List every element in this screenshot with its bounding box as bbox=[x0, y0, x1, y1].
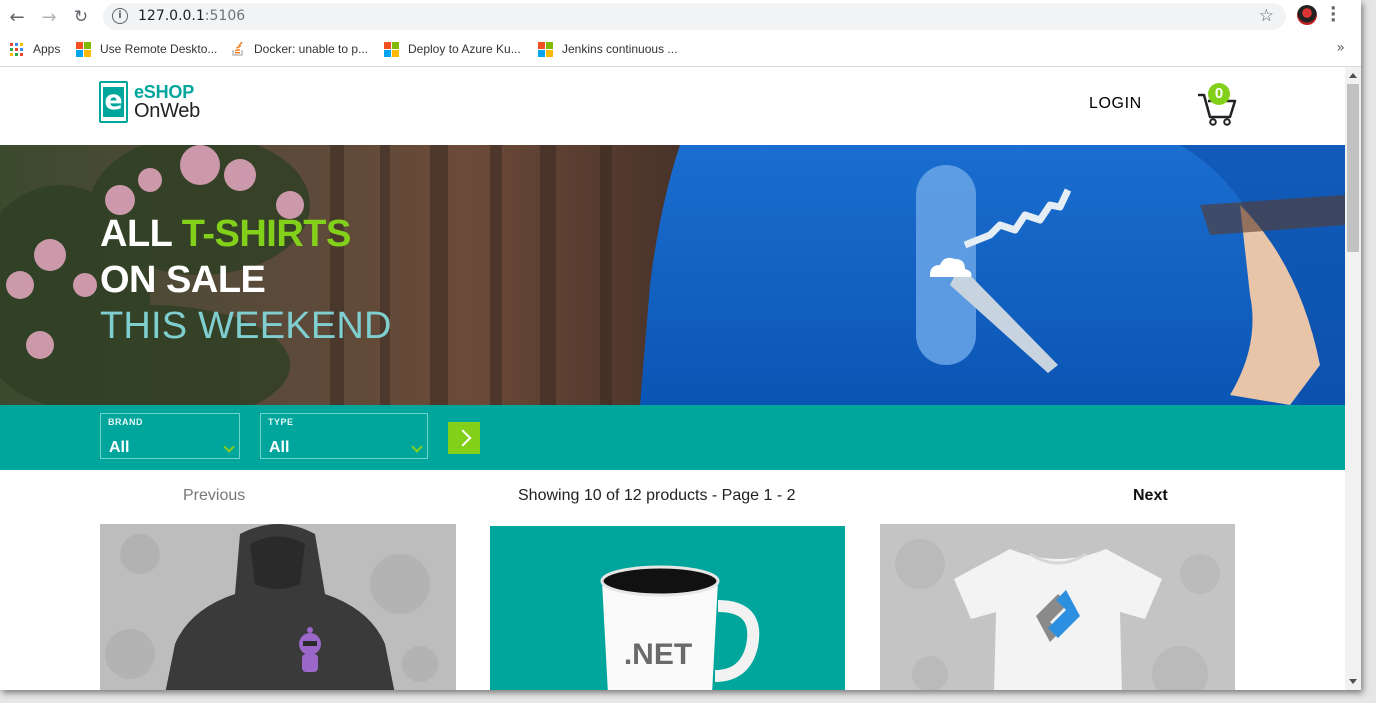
type-filter-label: TYPE bbox=[268, 417, 294, 427]
brand-filter-label: BRAND bbox=[108, 417, 143, 427]
bookmark-deploy-azure[interactable]: Deploy to Azure Ku... bbox=[384, 40, 521, 58]
cart-button[interactable]: 0 bbox=[1196, 83, 1242, 127]
brand-filter-select[interactable]: BRAND All bbox=[100, 413, 240, 459]
banner-line2: ON SALE bbox=[100, 259, 266, 301]
banner-line3: THIS WEEKEND bbox=[100, 305, 392, 347]
bookmark-docker[interactable]: Docker: unable to p... bbox=[231, 40, 368, 58]
pagination: Previous Showing 10 of 12 products - Pag… bbox=[0, 470, 1345, 520]
bookmark-star-icon[interactable]: ☆ bbox=[1259, 6, 1274, 26]
logo-mark: e bbox=[99, 81, 128, 123]
filter-bar: BRAND All TYPE All bbox=[0, 405, 1345, 470]
bookmarks-bar: Apps Use Remote Deskto... Docker: unable… bbox=[0, 33, 1361, 67]
product-image-tshirt bbox=[880, 524, 1235, 690]
reload-icon[interactable]: ↻ bbox=[70, 6, 92, 28]
next-page-link[interactable]: Next bbox=[1133, 487, 1168, 505]
browser-window: ← → ↻ i 127.0.0.1:5106 ☆ · · · Apps Use Re… bbox=[0, 0, 1361, 690]
forward-arrow-icon[interactable]: → bbox=[38, 6, 60, 28]
url-text[interactable]: 127.0.0.1:5106 bbox=[138, 8, 245, 24]
microsoft-logo-icon bbox=[76, 41, 91, 57]
banner-headline: ALL T-SHIRTS ON SALE THIS WEEKEND bbox=[100, 211, 392, 349]
banner-line1-b: T-SHIRTS bbox=[181, 213, 352, 255]
cart-count-badge: 0 bbox=[1208, 83, 1230, 105]
site-header: e eSHOP OnWeb LOGIN 0 bbox=[0, 67, 1345, 145]
eshop-logo[interactable]: e eSHOP OnWeb bbox=[99, 81, 200, 123]
bookmark-label: Docker: unable to p... bbox=[254, 42, 369, 56]
browser-toolbar: ← → ↻ i 127.0.0.1:5106 ☆ · · · bbox=[0, 0, 1361, 33]
chevron-down-icon bbox=[411, 441, 423, 453]
bookmark-label: Apps bbox=[33, 42, 61, 56]
results-summary: Showing 10 of 12 products - Page 1 - 2 bbox=[518, 487, 796, 504]
logo-line2: OnWeb bbox=[134, 100, 200, 122]
logo-text: eSHOP OnWeb bbox=[134, 83, 200, 122]
address-bar[interactable]: i 127.0.0.1:5106 ☆ bbox=[103, 3, 1286, 30]
bookmark-apps[interactable]: Apps bbox=[10, 40, 60, 58]
scroll-up-arrow-icon[interactable] bbox=[1349, 73, 1357, 78]
apply-filter-button[interactable] bbox=[448, 422, 480, 454]
product-card-tshirt[interactable] bbox=[880, 524, 1235, 690]
bookmark-remote-desktop[interactable]: Use Remote Deskto... bbox=[76, 40, 217, 58]
url-port: :5106 bbox=[204, 8, 246, 24]
brand-filter-value: All bbox=[109, 439, 130, 456]
product-image-mug: .NET bbox=[490, 526, 845, 690]
type-filter-select[interactable]: TYPE All bbox=[260, 413, 428, 459]
bookmark-label: Use Remote Deskto... bbox=[100, 42, 218, 56]
product-image-hoodie bbox=[100, 524, 456, 690]
profile-avatar[interactable] bbox=[1297, 5, 1317, 25]
product-card-mug[interactable]: .NET bbox=[490, 526, 845, 690]
page-scrollbar[interactable] bbox=[1345, 67, 1361, 690]
site-info-icon[interactable]: i bbox=[112, 8, 128, 24]
sale-banner: ALL T-SHIRTS ON SALE THIS WEEKEND bbox=[0, 145, 1345, 405]
url-host: 127.0.0.1 bbox=[138, 8, 205, 24]
logo-letter: e bbox=[103, 85, 124, 117]
product-card-hoodie[interactable] bbox=[100, 524, 456, 690]
apps-grid-icon bbox=[10, 42, 23, 56]
page-viewport: e eSHOP OnWeb LOGIN 0 ALL T-SHIRTS ON SA… bbox=[0, 67, 1345, 690]
scrollbar-thumb[interactable] bbox=[1347, 84, 1359, 252]
microsoft-logo-icon bbox=[538, 41, 553, 57]
banner-line1-a: ALL bbox=[100, 213, 182, 255]
bookmark-label: Jenkins continuous ... bbox=[562, 42, 678, 56]
login-link[interactable]: LOGIN bbox=[1089, 95, 1142, 113]
previous-page-link[interactable]: Previous bbox=[183, 487, 245, 505]
type-filter-value: All bbox=[269, 439, 290, 456]
stackoverflow-icon bbox=[231, 41, 245, 56]
browser-menu-icon[interactable]: · · · bbox=[1330, 1, 1338, 30]
banner-line1: ALL T-SHIRTS bbox=[100, 211, 392, 257]
more-bookmarks-icon[interactable]: » bbox=[1336, 40, 1345, 56]
microsoft-logo-icon bbox=[384, 41, 399, 57]
bookmark-jenkins[interactable]: Jenkins continuous ... bbox=[538, 40, 677, 58]
scroll-down-arrow-icon[interactable] bbox=[1349, 679, 1357, 684]
chevron-down-icon bbox=[223, 441, 235, 453]
bookmark-label: Deploy to Azure Ku... bbox=[408, 42, 521, 56]
back-arrow-icon[interactable]: ← bbox=[6, 6, 28, 28]
mug-dotnet-label: .NET bbox=[624, 638, 692, 671]
